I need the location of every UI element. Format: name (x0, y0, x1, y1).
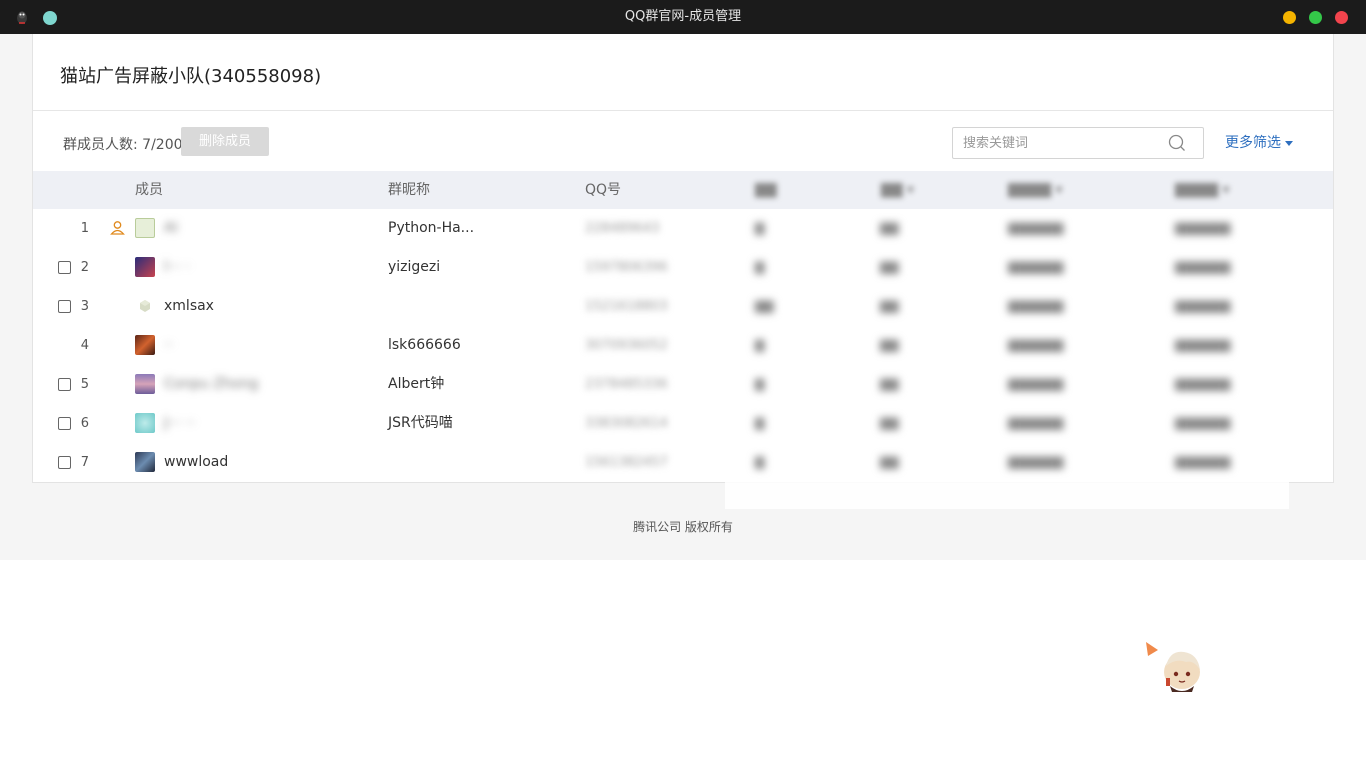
header-qq[interactable]: QQ号 (585, 171, 621, 209)
qq-number: 2378485336 (585, 377, 668, 392)
qq-number: 3070936052 (585, 338, 668, 353)
row-checkbox[interactable] (58, 300, 71, 313)
footer-copyright: 腾讯公司 版权所有 (633, 520, 733, 534)
qq-number: 1521618803 (585, 299, 668, 314)
row-index: 3 (80, 299, 89, 314)
row-index: 4 (80, 338, 89, 353)
desktop-pet-icon[interactable] (1146, 640, 1206, 696)
member-name[interactable]: ·· (164, 326, 173, 365)
header-blurred-gender: ▇▇ (755, 182, 777, 198)
title-bar: QQ群官网-成员管理 (0, 0, 1366, 34)
member-name[interactable]: J··· ·· (164, 404, 195, 443)
row-index: 6 (80, 416, 89, 431)
search-input[interactable] (963, 134, 1163, 152)
nickname: Python-Ha... (388, 220, 475, 236)
avatar[interactable] (135, 296, 155, 316)
row-checkbox[interactable] (58, 261, 71, 274)
member-name[interactable]: Conpu Zhong (164, 365, 258, 404)
nickname: lsk666666 (388, 337, 461, 353)
avatar[interactable] (135, 413, 155, 433)
qq-number: 1597806396 (585, 260, 668, 275)
nickname: yizigezi (388, 259, 441, 275)
search-icon[interactable] (1167, 133, 1187, 153)
row-index: 2 (80, 260, 89, 275)
more-filter-label: 更多筛选 (1225, 135, 1281, 151)
avatar[interactable] (135, 452, 155, 472)
row-index: 5 (80, 377, 89, 392)
member-name[interactable]: xmlsax (164, 287, 214, 326)
group-title: 猫站广告屏蔽小队(340558098) (60, 66, 322, 87)
member-count: 群成员人数: 7/200 (63, 137, 183, 153)
window-title: QQ群官网-成员管理 (624, 9, 742, 24)
header-blurred-last: ▇▇▇▇ ▾ (1175, 182, 1230, 198)
divider (33, 110, 1333, 111)
delete-member-button[interactable]: 删除成员 (181, 127, 269, 156)
more-filter-button[interactable]: 更多筛选 (1225, 132, 1293, 152)
header-blurred-joined: ▇▇▇▇ ▾ (1008, 182, 1063, 198)
caret-down-icon (1285, 140, 1293, 146)
avatar[interactable] (135, 218, 155, 238)
row-index: 1 (80, 221, 89, 236)
nickname: JSR代码喵 (388, 415, 453, 431)
row-checkbox[interactable] (58, 378, 71, 391)
header-nickname[interactable]: 群昵称 (388, 171, 430, 209)
minimize-button[interactable] (1283, 11, 1296, 24)
avatar[interactable] (135, 257, 155, 277)
row-index: 7 (80, 455, 89, 470)
header-blurred-age: ▇▇ ▾ (881, 182, 915, 198)
member-name[interactable]: AI (164, 209, 178, 248)
search-box[interactable] (952, 127, 1204, 159)
blurred-columns-overlay: ▇ ▇▇ ▇▇▇▇▇▇ ▇▇▇▇▇▇ ▇ ▇▇ ▇▇▇▇▇▇ ▇▇▇▇▇▇ ▇▇ ▇▇ ▇▇▇▇… (725, 209, 1289, 509)
row-checkbox[interactable] (58, 456, 71, 469)
close-button[interactable] (1335, 11, 1348, 24)
avatar[interactable] (135, 335, 155, 355)
nickname: Albert钟 (388, 376, 445, 392)
avatar[interactable] (135, 374, 155, 394)
group-owner-icon (110, 221, 125, 235)
qq-number: 3383082614 (585, 416, 668, 431)
row-checkbox[interactable] (58, 417, 71, 430)
member-name[interactable]: wwwload (164, 443, 228, 482)
header-member[interactable]: 成员 (135, 171, 163, 209)
member-name[interactable]: l··· · (164, 248, 190, 287)
maximize-button[interactable] (1309, 11, 1322, 24)
table-header: 成员 群昵称 QQ号 ▇▇ ▇▇ ▾ ▇▇▇▇ ▾ ▇▇▇▇ ▾ (33, 171, 1333, 209)
qq-number: 228489643 (585, 221, 660, 236)
member-panel: 猫站广告屏蔽小队(340558098) 群成员人数: 7/200 删除成员 更多… (32, 34, 1334, 509)
qq-number: 1561382457 (585, 455, 668, 470)
